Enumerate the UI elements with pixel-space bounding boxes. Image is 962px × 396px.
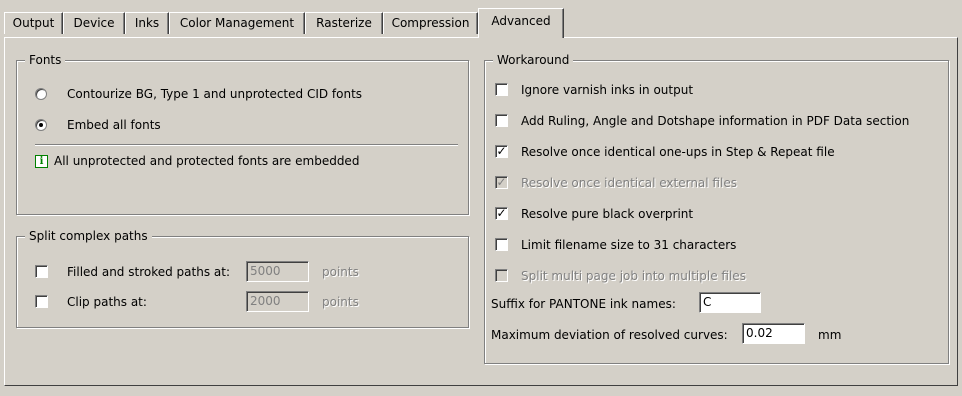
contourize-fonts-radio[interactable] xyxy=(35,88,47,100)
clip-paths-checkbox[interactable] xyxy=(35,295,48,308)
ignore-varnish-label[interactable]: Ignore varnish inks in output xyxy=(521,82,693,98)
split-paths-group: Split complex paths Filled and stroked p… xyxy=(16,228,469,328)
max-deviation-unit: mm xyxy=(818,328,842,342)
split-multi-page-label[interactable]: Split multi page job into multiple files xyxy=(521,268,746,284)
resolve-external-files-label[interactable]: Resolve once identical external files xyxy=(521,175,737,191)
advanced-tab-panel: Fonts Contourize BG, Type 1 and unprotec… xyxy=(4,37,958,386)
fonts-info-text: All unprotected and protected fonts are … xyxy=(54,154,360,168)
resolve-one-ups-label[interactable]: Resolve once identical one-ups in Step &… xyxy=(521,144,835,160)
add-ruling-angle-checkbox[interactable] xyxy=(495,114,508,127)
contourize-fonts-label[interactable]: Contourize BG, Type 1 and unprotected CI… xyxy=(67,86,362,102)
pantone-suffix-input[interactable]: C xyxy=(699,292,761,313)
limit-filename-checkbox[interactable] xyxy=(495,238,508,251)
embed-all-fonts-radio[interactable] xyxy=(35,119,47,131)
clip-paths-label[interactable]: Clip paths at: xyxy=(67,294,147,310)
tab-advanced[interactable]: Advanced xyxy=(478,8,564,38)
fonts-group-title: Fonts xyxy=(25,52,66,68)
max-deviation-label: Maximum deviation of resolved curves: xyxy=(491,328,728,342)
workaround-group-title: Workaround xyxy=(493,52,574,68)
tab-device[interactable]: Device xyxy=(63,12,125,34)
add-ruling-angle-label[interactable]: Add Ruling, Angle and Dotshape informati… xyxy=(521,113,909,129)
resolve-external-files-checkbox[interactable]: ✓ xyxy=(495,176,508,189)
clip-paths-input[interactable]: 2000 xyxy=(246,291,309,312)
embed-all-fonts-label[interactable]: Embed all fonts xyxy=(67,117,161,133)
tab-color-management[interactable]: Color Management xyxy=(169,12,305,34)
filled-stroked-paths-unit: points xyxy=(322,265,359,279)
limit-filename-label[interactable]: Limit filename size to 31 characters xyxy=(521,237,736,253)
tab-compression[interactable]: Compression xyxy=(383,12,478,34)
fonts-group: Fonts Contourize BG, Type 1 and unprotec… xyxy=(16,52,469,215)
filled-stroked-paths-input[interactable]: 5000 xyxy=(246,261,309,282)
filled-stroked-paths-label[interactable]: Filled and stroked paths at: xyxy=(67,264,230,280)
pantone-suffix-label: Suffix for PANTONE ink names: xyxy=(491,297,676,311)
resolve-black-overprint-label[interactable]: Resolve pure black overprint xyxy=(521,206,693,222)
tab-rasterize[interactable]: Rasterize xyxy=(305,12,383,34)
fonts-separator xyxy=(35,144,458,146)
workaround-group: Workaround Ignore varnish inks in output… xyxy=(484,52,949,364)
ignore-varnish-checkbox[interactable] xyxy=(495,83,508,96)
resolve-black-overprint-checkbox[interactable]: ✓ xyxy=(495,207,508,220)
tab-output[interactable]: Output xyxy=(4,12,63,34)
split-multi-page-checkbox[interactable] xyxy=(495,269,508,282)
filled-stroked-paths-checkbox[interactable] xyxy=(35,265,48,278)
max-deviation-input[interactable]: 0.02 xyxy=(742,323,805,344)
clip-paths-unit: points xyxy=(322,295,359,309)
split-paths-group-title: Split complex paths xyxy=(25,228,152,244)
resolve-one-ups-checkbox[interactable]: ✓ xyxy=(495,145,508,158)
tab-inks[interactable]: Inks xyxy=(125,12,169,34)
info-icon: i xyxy=(35,155,48,168)
